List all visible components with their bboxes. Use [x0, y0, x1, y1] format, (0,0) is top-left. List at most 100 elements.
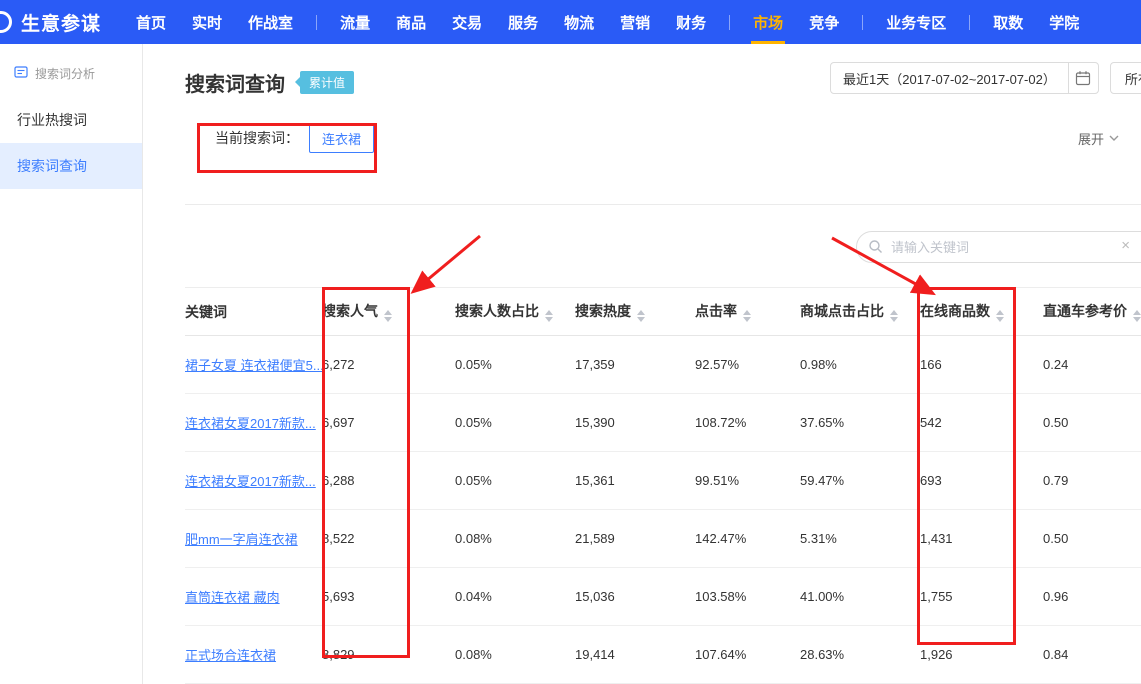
value-cell: 1,755: [920, 568, 1043, 626]
terminal-select-label: 所有终端: [1125, 69, 1141, 88]
nav-divider: [969, 15, 970, 30]
nav-item-交易[interactable]: 交易: [439, 0, 495, 44]
terminal-select[interactable]: 所有终端: [1110, 62, 1141, 94]
column-header-直通车参考价[interactable]: 直通车参考价: [1043, 288, 1141, 336]
value-cell: 8,829: [322, 626, 455, 684]
value-cell: 28.63%: [800, 626, 920, 684]
value-cell: 92.57%: [695, 336, 800, 394]
value-cell: 59.47%: [800, 452, 920, 510]
nav-item-取数[interactable]: 取数: [980, 0, 1036, 44]
column-header-点击率[interactable]: 点击率: [695, 288, 800, 336]
column-header-商城点击占比[interactable]: 商城点击占比: [800, 288, 920, 336]
value-cell: 107.64%: [695, 626, 800, 684]
current-search-label: 当前搜索词：: [215, 128, 299, 148]
nav-item-流量[interactable]: 流量: [327, 0, 383, 44]
value-cell: 19,414: [575, 626, 695, 684]
sort-icon[interactable]: [890, 310, 898, 322]
nav-item-竞争[interactable]: 竞争: [796, 0, 852, 44]
sort-icon[interactable]: [545, 310, 553, 322]
value-cell: 37.65%: [800, 394, 920, 452]
nav-item-商品[interactable]: 商品: [383, 0, 439, 44]
value-cell: 0.05%: [455, 336, 575, 394]
keyword-link[interactable]: 肥mm一字肩连衣裙: [185, 532, 298, 547]
column-header-搜索人气[interactable]: 搜索人气: [322, 288, 455, 336]
app-logo[interactable]: 生意参谋: [16, 9, 101, 36]
keyword-search-input[interactable]: [856, 231, 1141, 263]
nav-item-市场[interactable]: 市场: [740, 0, 796, 44]
value-cell: 6,288: [322, 452, 455, 510]
table-row: 连衣裙女夏2017新款...6,2880.05%15,36199.51%59.4…: [185, 452, 1141, 510]
calendar-icon[interactable]: [1068, 63, 1098, 93]
value-cell: 0.08%: [455, 626, 575, 684]
column-header-label: 关键词: [185, 304, 227, 320]
sort-icon[interactable]: [384, 310, 392, 322]
page-layout: 搜索词分析 行业热搜词搜索词查询 搜索词查询 累计值 最近1天（2017-07-…: [0, 44, 1141, 684]
keyword-link[interactable]: 正式场合连衣裙: [185, 648, 276, 663]
current-keyword-tag[interactable]: 连衣裙: [309, 124, 374, 153]
value-cell: 1,431: [920, 510, 1043, 568]
table-row: 正式场合连衣裙8,8290.08%19,414107.64%28.63%1,92…: [185, 626, 1141, 684]
table-row: 连衣裙女夏2017新款...6,6970.05%15,390108.72%37.…: [185, 394, 1141, 452]
nav-item-物流[interactable]: 物流: [551, 0, 607, 44]
expand-label: 展开: [1078, 129, 1104, 148]
logo-text: 生意参谋: [21, 9, 101, 36]
keyword-link[interactable]: 直筒连衣裙 藏肉: [185, 590, 280, 605]
nav-item-营销[interactable]: 营销: [607, 0, 663, 44]
sort-icon[interactable]: [1133, 310, 1141, 322]
nav-divider: [729, 15, 730, 30]
table-body: 裙子女夏 连衣裙便宜5...6,2720.05%17,35992.57%0.98…: [185, 336, 1141, 684]
keyword-link[interactable]: 连衣裙女夏2017新款...: [185, 416, 316, 431]
column-header-搜索热度[interactable]: 搜索热度: [575, 288, 695, 336]
value-cell: 6,697: [322, 394, 455, 452]
section-divider: [185, 204, 1141, 205]
column-header-搜索人数占比[interactable]: 搜索人数占比: [455, 288, 575, 336]
cumulative-badge: 累计值: [300, 71, 354, 94]
nav-item-学院[interactable]: 学院: [1036, 0, 1092, 44]
date-range-picker[interactable]: 最近1天（2017-07-02~2017-07-02）: [830, 62, 1099, 94]
table-row: 直筒连衣裙 藏肉 5,6930.04%15,036103.58%41.00%1,7…: [185, 568, 1141, 626]
column-header-label: 搜索人气: [322, 303, 378, 319]
sort-icon[interactable]: [637, 310, 645, 322]
column-header-在线商品数[interactable]: 在线商品数: [920, 288, 1043, 336]
value-cell: 0.05%: [455, 452, 575, 510]
keyword-cell: 连衣裙女夏2017新款...: [185, 394, 322, 452]
value-cell: 0.50: [1043, 510, 1141, 568]
sidebar-item-搜索词查询[interactable]: 搜索词查询: [0, 143, 142, 189]
expand-link[interactable]: 展开: [1078, 129, 1119, 148]
nav-item-实时[interactable]: 实时: [179, 0, 235, 44]
table-header-row: 关键词 搜索人气 搜索人数占比 搜索热度 点击率 商城点击占比在线商品数直通车参考价: [185, 288, 1141, 336]
value-cell: 15,036: [575, 568, 695, 626]
value-cell: 5,693: [322, 568, 455, 626]
column-header-label: 搜索热度: [575, 303, 631, 319]
nav-item-首页[interactable]: 首页: [123, 0, 179, 44]
sort-icon[interactable]: [996, 310, 1004, 322]
table-row: 肥mm一字肩连衣裙8,5220.08%21,589142.47%5.31%1,4…: [185, 510, 1141, 568]
clear-icon[interactable]: ×: [1121, 237, 1130, 254]
value-cell: 142.47%: [695, 510, 800, 568]
value-cell: 0.50: [1043, 394, 1141, 452]
column-header-label: 直通车参考价: [1043, 303, 1127, 319]
nav-item-业务专区[interactable]: 业务专区: [873, 0, 959, 44]
keyword-link[interactable]: 裙子女夏 连衣裙便宜5...: [185, 358, 322, 373]
value-cell: 0.04%: [455, 568, 575, 626]
column-header-label: 搜索人数占比: [455, 303, 539, 319]
value-cell: 17,359: [575, 336, 695, 394]
nav-item-财务[interactable]: 财务: [663, 0, 719, 44]
sidebar-item-行业热搜词[interactable]: 行业热搜词: [0, 97, 142, 143]
search-box: ×: [856, 231, 1141, 263]
value-cell: 693: [920, 452, 1043, 510]
value-cell: 103.58%: [695, 568, 800, 626]
value-cell: 0.96: [1043, 568, 1141, 626]
nav-item-作战室[interactable]: 作战室: [235, 0, 306, 44]
value-cell: 0.24: [1043, 336, 1141, 394]
column-header-label: 点击率: [695, 303, 737, 319]
value-cell: 5.31%: [800, 510, 920, 568]
keyword-link[interactable]: 连衣裙女夏2017新款...: [185, 474, 316, 489]
value-cell: 41.00%: [800, 568, 920, 626]
sort-icon[interactable]: [743, 310, 751, 322]
value-cell: 8,522: [322, 510, 455, 568]
sidebar: 搜索词分析 行业热搜词搜索词查询: [0, 44, 143, 684]
toolbar: 最近1天（2017-07-02~2017-07-02） 所有终端: [830, 62, 1141, 94]
nav-item-服务[interactable]: 服务: [495, 0, 551, 44]
search-icon: [868, 239, 883, 259]
